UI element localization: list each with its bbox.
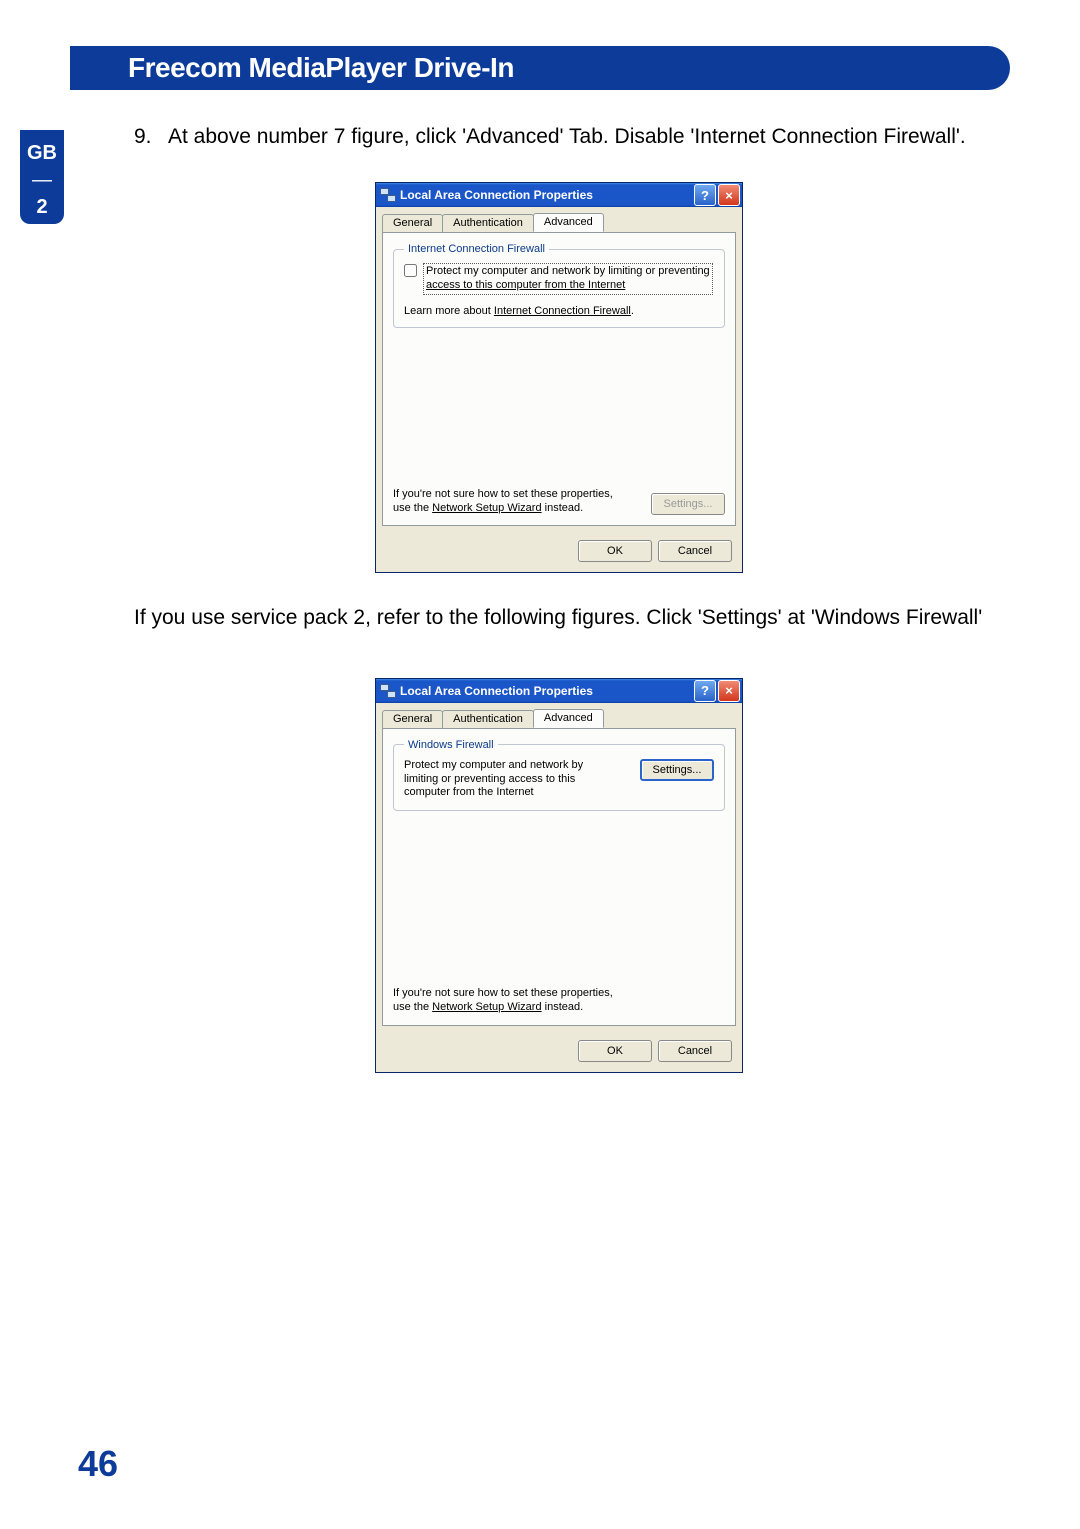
tab-general[interactable]: General	[382, 214, 443, 233]
tab-advanced[interactable]: Advanced	[533, 213, 604, 232]
icf-legend: Internet Connection Firewall	[404, 243, 549, 255]
step-9: 9. At above number 7 figure, click 'Adva…	[134, 122, 984, 152]
tab-authentication[interactable]: Authentication	[442, 214, 534, 233]
tab-advanced[interactable]: Advanced	[533, 709, 604, 728]
ok-button[interactable]: OK	[578, 1040, 652, 1062]
icf-learn-suffix: .	[631, 305, 634, 317]
wf-group: Windows Firewall Protect my computer and…	[393, 739, 725, 811]
wizard-note-row: If you're not sure how to set these prop…	[393, 488, 725, 516]
help-button[interactable]: ?	[694, 184, 716, 206]
tab-authentication[interactable]: Authentication	[442, 710, 534, 729]
wizard-note: If you're not sure how to set these prop…	[393, 488, 623, 516]
wf-legend: Windows Firewall	[404, 739, 498, 751]
side-chapter-tab: GB — 2	[20, 130, 64, 224]
side-lang: GB	[27, 142, 57, 164]
window-title: Local Area Connection Properties	[400, 188, 692, 202]
dialog-buttons: OK Cancel	[376, 532, 742, 572]
page-title: Freecom MediaPlayer Drive-In	[128, 52, 514, 84]
wf-text: Protect my computer and network by limit…	[404, 759, 614, 800]
step-text: At above number 7 figure, click 'Advance…	[168, 122, 984, 152]
tab-general[interactable]: General	[382, 710, 443, 729]
wizard-note-row: If you're not sure how to set these prop…	[393, 987, 725, 1015]
close-button[interactable]: ×	[718, 184, 740, 206]
wizard-link[interactable]: Network Setup Wizard	[432, 502, 541, 514]
cancel-button[interactable]: Cancel	[658, 540, 732, 562]
settings-button[interactable]: Settings...	[651, 493, 725, 515]
wizard-note: If you're not sure how to set these prop…	[393, 987, 623, 1015]
header-band: Freecom MediaPlayer Drive-In	[70, 46, 1010, 90]
side-divider: —	[20, 167, 64, 194]
wizard-note-p2: instead.	[542, 1001, 584, 1013]
tab-body: Windows Firewall Protect my computer and…	[382, 728, 736, 1026]
icf-checkbox[interactable]	[404, 264, 417, 277]
network-icon	[380, 188, 396, 202]
close-button[interactable]: ×	[718, 680, 740, 702]
dialog-wf: Local Area Connection Properties ? × Gen…	[375, 678, 743, 1073]
tab-strip: General Authentication Advanced	[376, 207, 742, 232]
wf-settings-button[interactable]: Settings...	[640, 759, 714, 781]
titlebar: Local Area Connection Properties ? ×	[376, 183, 742, 207]
icf-group: Internet Connection Firewall Protect my …	[393, 243, 725, 328]
icf-learn-link[interactable]: Internet Connection Firewall	[494, 305, 631, 317]
icf-learn: Learn more about Internet Connection Fir…	[404, 305, 714, 317]
wizard-note-p2: instead.	[542, 502, 584, 514]
window-title: Local Area Connection Properties	[400, 684, 692, 698]
icf-label-l1: Protect my computer and network by limit…	[426, 265, 710, 277]
dialog-icf: Local Area Connection Properties ? × Gen…	[375, 182, 743, 573]
step-number: 9.	[134, 122, 168, 152]
tab-body: Internet Connection Firewall Protect my …	[382, 232, 736, 526]
network-icon	[380, 684, 396, 698]
side-chapter: 2	[36, 196, 47, 218]
content-area: 9. At above number 7 figure, click 'Adva…	[134, 122, 984, 1073]
page-number: 46	[78, 1443, 118, 1485]
tab-strip: General Authentication Advanced	[376, 703, 742, 728]
cancel-button[interactable]: Cancel	[658, 1040, 732, 1062]
help-button[interactable]: ?	[694, 680, 716, 702]
sp2-text: If you use service pack 2, refer to the …	[134, 603, 984, 633]
icf-learn-prefix: Learn more about	[404, 305, 494, 317]
titlebar: Local Area Connection Properties ? ×	[376, 679, 742, 703]
icf-label-l2: access to this computer from the Interne…	[426, 279, 625, 291]
wizard-link[interactable]: Network Setup Wizard	[432, 1001, 541, 1013]
ok-button[interactable]: OK	[578, 540, 652, 562]
icf-checkbox-label[interactable]: Protect my computer and network by limit…	[423, 263, 713, 295]
dialog-buttons: OK Cancel	[376, 1032, 742, 1072]
